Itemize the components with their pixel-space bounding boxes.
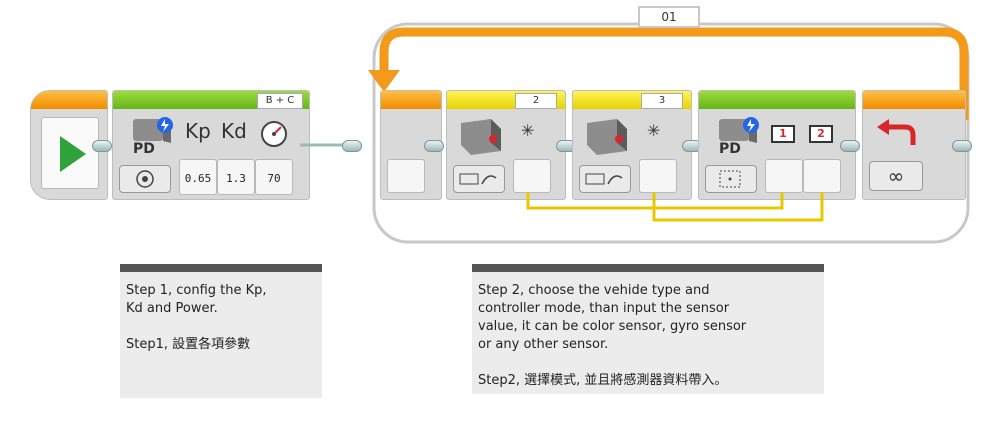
- svg-text:PD: PD: [719, 141, 741, 157]
- measure-mode-selector[interactable]: [579, 165, 631, 193]
- color-sensor-block-1[interactable]: 2 ✳: [446, 90, 566, 200]
- power-input[interactable]: 70: [255, 159, 293, 195]
- loop-mode-selector[interactable]: ∞: [869, 161, 923, 191]
- sensor-port: 3: [658, 95, 666, 106]
- input-2-label: 2: [809, 125, 833, 143]
- move-pd-block[interactable]: B + C PD Kp Kd 0.65 1.3 70: [112, 90, 310, 200]
- sensor-output-1[interactable]: [513, 159, 551, 193]
- kd-input[interactable]: 1.3: [217, 159, 255, 195]
- port-label: B + C: [265, 95, 295, 106]
- ruler-compare-icon: [459, 173, 497, 185]
- ruler-compare-icon: [585, 173, 623, 185]
- sequence-plug: [424, 140, 444, 152]
- measure-mode-selector[interactable]: [453, 165, 505, 193]
- target-icon: [136, 170, 154, 188]
- step2-note: Step 2, choose the vehide type and contr…: [472, 264, 824, 394]
- power-value: 70: [267, 172, 281, 185]
- play-icon: [60, 136, 86, 172]
- input-1-slot[interactable]: [765, 159, 803, 193]
- color-sensor-icon: [587, 119, 627, 155]
- kd-label: Kd: [221, 119, 247, 143]
- sensor-port-selector[interactable]: 3: [641, 93, 683, 109]
- loop-end-block[interactable]: ∞: [862, 90, 966, 200]
- kd-value: 1.3: [226, 172, 246, 185]
- light-mode-icon: ✳: [521, 121, 535, 140]
- loop-entry-plug: [342, 140, 362, 152]
- loop-index-output[interactable]: [387, 159, 425, 193]
- sequence-plug: [92, 140, 112, 152]
- sensor-port-selector[interactable]: 2: [515, 93, 557, 109]
- step1-note: Step 1, config the Kp, Kd and Power. Ste…: [120, 264, 322, 398]
- input-1-label: 1: [771, 125, 795, 143]
- kp-input[interactable]: 0.65: [179, 159, 217, 195]
- sensor-output-2[interactable]: [639, 159, 677, 193]
- light-mode-icon: ✳: [647, 121, 661, 140]
- start-button[interactable]: [41, 117, 99, 189]
- sensor-port: 2: [532, 95, 540, 106]
- sequence-plug: [952, 140, 972, 152]
- power-gauge-icon: [261, 121, 287, 147]
- color-sensor-icon: [461, 119, 501, 155]
- port-selector[interactable]: B + C: [257, 93, 303, 109]
- svg-text:PD: PD: [133, 141, 155, 157]
- data-wires: [526, 192, 824, 222]
- motor-pd-icon: PD: [133, 117, 173, 157]
- pd-controller-block[interactable]: PD 1 2: [698, 90, 856, 200]
- loop-switch-icon: [869, 117, 923, 153]
- kp-label: Kp: [185, 119, 211, 143]
- motor-pd-icon: PD: [719, 117, 759, 157]
- sequence-plug: [840, 140, 860, 152]
- infinity-icon: ∞: [887, 164, 905, 188]
- mode-selector[interactable]: [119, 165, 171, 193]
- color-sensor-block-2[interactable]: 3 ✳: [572, 90, 692, 200]
- kp-value: 0.65: [184, 172, 212, 185]
- loop-name: 01: [661, 10, 677, 24]
- loop-name-tab[interactable]: 01: [638, 6, 700, 28]
- mode-selector[interactable]: [705, 165, 757, 193]
- input-2-slot[interactable]: [803, 159, 841, 193]
- dots-grid-icon: [719, 170, 741, 188]
